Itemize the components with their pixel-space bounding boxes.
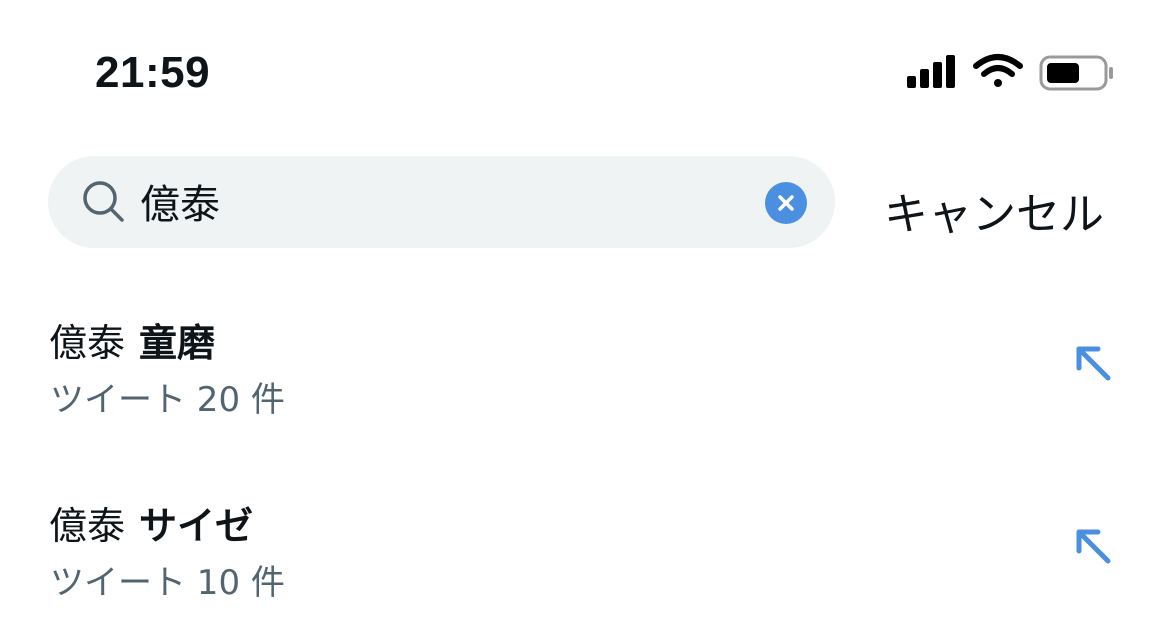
wifi-icon bbox=[973, 54, 1023, 87]
status-bar: 21:59 bbox=[0, 0, 1170, 140]
suggestion-completion: 童磨 bbox=[139, 321, 216, 365]
fill-query-arrow-icon[interactable] bbox=[1070, 523, 1120, 577]
battery-icon bbox=[1039, 55, 1113, 91]
status-time: 21:59 bbox=[95, 48, 211, 97]
suggestion-tweet-count: ツイート 10 件 bbox=[50, 563, 285, 603]
search-row: キャンセル bbox=[0, 156, 1170, 250]
search-suggestion[interactable]: 億泰 サイゼ ツイート 10 件 bbox=[0, 483, 1170, 623]
suggestion-title: 億泰 サイゼ bbox=[49, 495, 253, 550]
suggestion-tweet-count: ツイート 20 件 bbox=[50, 380, 285, 420]
cancel-button[interactable]: キャンセル bbox=[884, 178, 1104, 242]
suggestion-title: 億泰 童磨 bbox=[49, 312, 215, 367]
status-icons bbox=[900, 50, 1116, 94]
clear-icon[interactable] bbox=[764, 181, 808, 225]
suggestion-query-part: 億泰 bbox=[49, 321, 126, 365]
search-suggestion[interactable]: 億泰 童磨 ツイート 20 件 bbox=[0, 300, 1170, 440]
suggestion-completion: サイゼ bbox=[139, 504, 254, 548]
suggestion-query-part: 億泰 bbox=[49, 504, 126, 548]
search-input[interactable] bbox=[140, 176, 740, 226]
search-icon bbox=[82, 180, 126, 228]
fill-query-arrow-icon[interactable] bbox=[1070, 340, 1120, 394]
cellular-signal-icon bbox=[907, 55, 955, 88]
